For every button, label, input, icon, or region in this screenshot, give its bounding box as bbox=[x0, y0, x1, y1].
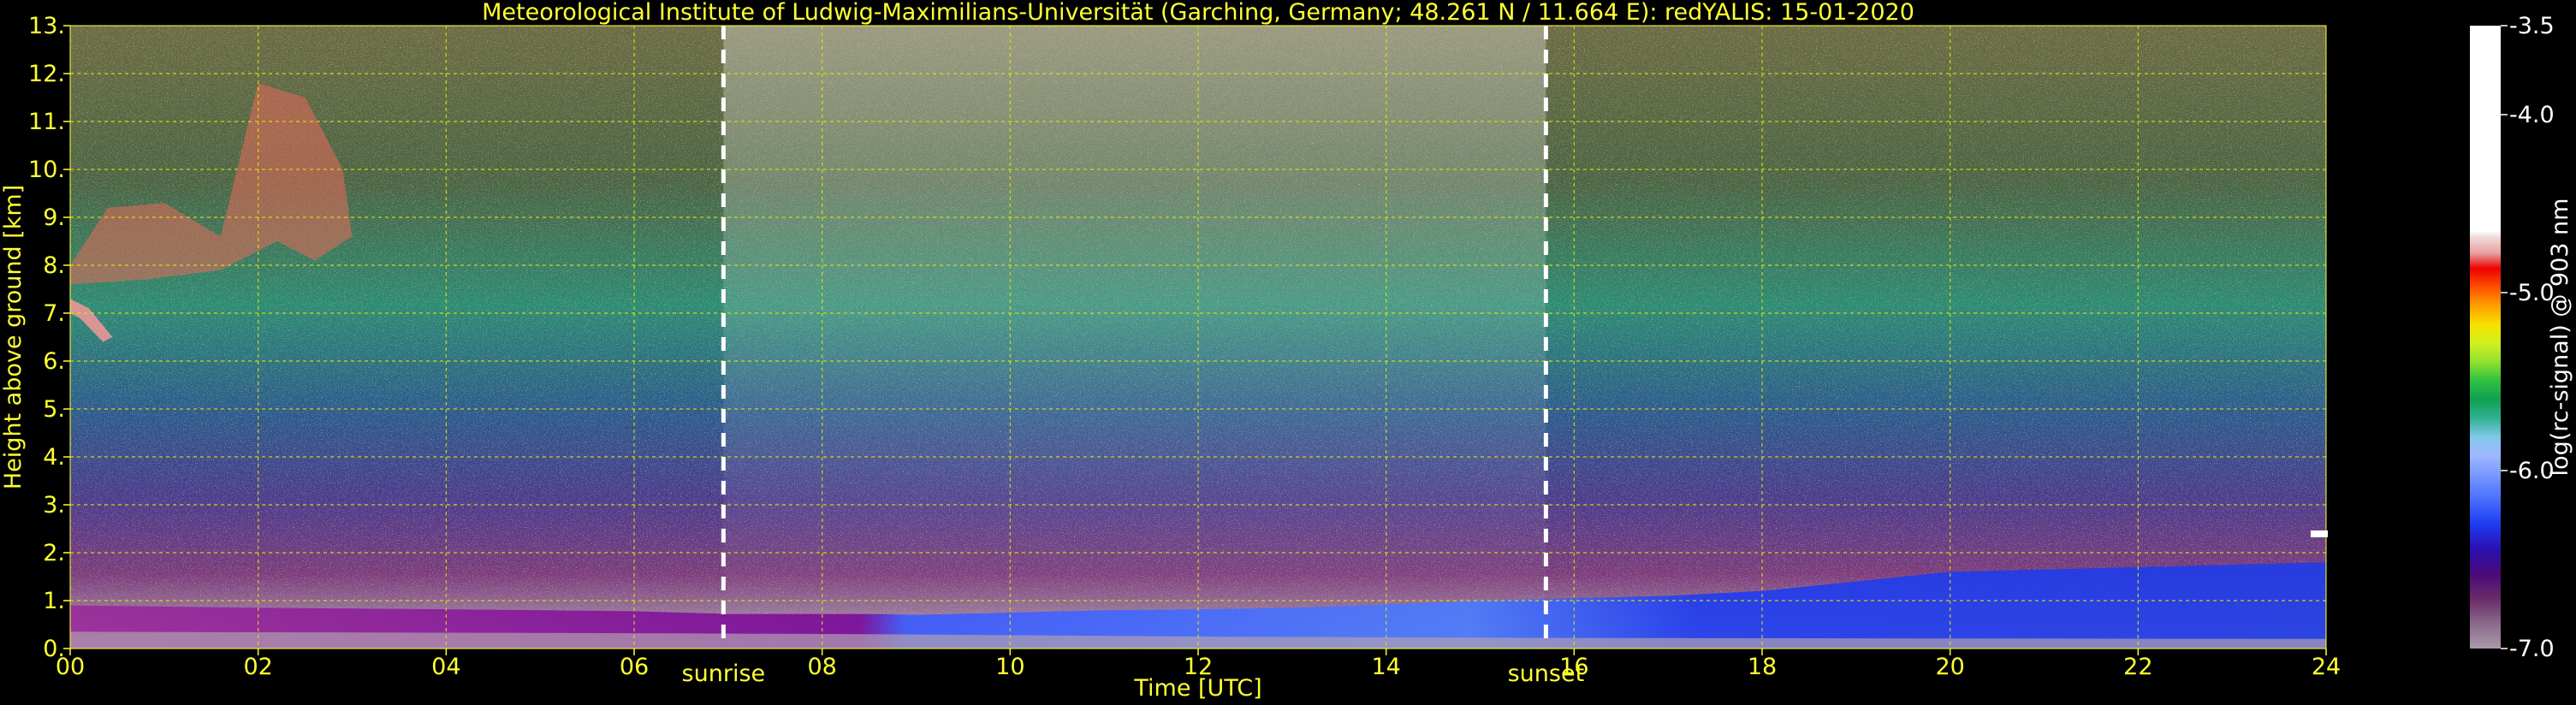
y-tick-label: 10. bbox=[28, 157, 65, 183]
x-axis-label: Time [UTC] bbox=[1133, 675, 1261, 702]
colorbar-tick-label: -4.0 bbox=[2509, 102, 2555, 128]
y-tick-label: 3. bbox=[43, 492, 65, 518]
y-tick-label: 4. bbox=[43, 444, 65, 471]
y-tick-label: 6. bbox=[43, 348, 65, 375]
y-axis-label: Height above ground [km] bbox=[0, 185, 27, 489]
x-tick-label: 02 bbox=[243, 654, 272, 680]
y-tick-label: 1. bbox=[43, 588, 65, 614]
y-tick-label: 13. bbox=[28, 13, 65, 39]
plot-area bbox=[70, 26, 2326, 649]
y-axis-ticks: 0. 1. 2. 3. 4. 5. 6. 7. 8. 9. 10. 11. 12. 13. bbox=[28, 13, 70, 662]
colorbar: -3.5-4.0-5.0-6.0-7.0 log(rc-signal) @ 90… bbox=[2470, 13, 2573, 662]
x-tick-label: 04 bbox=[431, 654, 460, 680]
data-artifact-marker bbox=[2311, 530, 2328, 537]
colorbar-tick-label: -7.0 bbox=[2509, 636, 2555, 662]
y-tick-label: 0. bbox=[43, 636, 65, 662]
y-tick-label: 7. bbox=[43, 300, 65, 327]
colorbar-tick-label: -3.5 bbox=[2509, 13, 2555, 39]
x-tick-label: 06 bbox=[620, 654, 649, 680]
y-tick-label: 5. bbox=[43, 396, 65, 423]
x-tick-label: 08 bbox=[807, 654, 836, 680]
x-tick-label: 14 bbox=[1371, 654, 1400, 680]
y-tick-label: 2. bbox=[43, 540, 65, 566]
x-tick-label: 18 bbox=[1748, 654, 1777, 680]
y-tick-label: 11. bbox=[28, 109, 65, 135]
x-tick-label: 20 bbox=[1935, 654, 1964, 680]
lidar-backscatter-chart: 00 02 04 06 08 10 12 14 16 18 20 22 24 0.1.2.3.4.5.6… bbox=[0, 0, 2573, 702]
x-tick-label: 22 bbox=[2123, 654, 2152, 680]
y-tick-label: 9. bbox=[43, 204, 65, 231]
event-marker-label: sunset bbox=[1508, 661, 1585, 687]
x-tick-label: 24 bbox=[2312, 654, 2341, 680]
y-tick-label: 12. bbox=[28, 61, 65, 87]
colorbar-scale bbox=[2470, 26, 2501, 649]
colorbar-label: log(rc-signal) @ 903 nm bbox=[2547, 198, 2573, 477]
x-tick-label: 10 bbox=[995, 654, 1024, 680]
event-marker-label: sunrise bbox=[682, 661, 766, 687]
y-tick-label: 8. bbox=[43, 252, 65, 279]
chart-title: Meteorological Institute of Ludwig-Maxim… bbox=[482, 0, 1914, 26]
